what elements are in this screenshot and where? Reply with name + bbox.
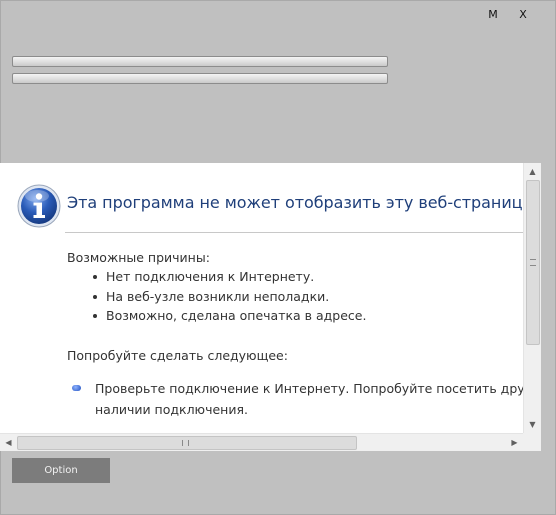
arrow-up-icon[interactable]: ▲ bbox=[524, 163, 541, 180]
bullet-icon bbox=[93, 294, 97, 299]
vertical-scrollbar[interactable]: ▲ ▼ bbox=[523, 163, 541, 433]
cause-item: Возможно, сделана опечатка в адресе. bbox=[93, 308, 366, 323]
cause-item: На веб-узле возникли неполадки. bbox=[93, 289, 329, 304]
info-icon bbox=[17, 184, 61, 228]
horizontal-scrollbar[interactable]: ◀ ▶ bbox=[0, 433, 523, 451]
try-item-line-1: Проверьте подключение к Интернету. Попро… bbox=[95, 381, 523, 396]
error-title: Эта программа не может отобразить эту ве… bbox=[67, 193, 523, 212]
bullet-icon bbox=[93, 274, 97, 279]
progress-bar-1 bbox=[12, 56, 388, 67]
arrow-down-icon[interactable]: ▼ bbox=[524, 416, 541, 433]
web-browser-control[interactable]: Эта программа не может отобразить эту ве… bbox=[0, 163, 541, 451]
bullet-icon bbox=[93, 313, 97, 318]
cause-text: Возможно, сделана опечатка в адресе. bbox=[106, 308, 367, 323]
causes-heading: Возможные причины: bbox=[67, 250, 210, 265]
grip-icon bbox=[530, 259, 536, 266]
try-heading: Попробуйте сделать следующее: bbox=[67, 348, 288, 363]
maximize-button[interactable]: M bbox=[486, 8, 500, 21]
cause-text: Нет подключения к Интернету. bbox=[106, 269, 315, 284]
scrollbar-corner bbox=[523, 433, 541, 451]
try-item-line-2: наличии подключения. bbox=[95, 402, 248, 417]
arrow-right-icon[interactable]: ▶ bbox=[506, 434, 523, 451]
title-divider bbox=[65, 232, 523, 233]
grip-icon bbox=[182, 440, 189, 446]
cause-item: Нет подключения к Интернету. bbox=[93, 269, 314, 284]
close-button[interactable]: X bbox=[516, 8, 530, 21]
arrow-left-icon[interactable]: ◀ bbox=[0, 434, 17, 451]
horizontal-scroll-thumb[interactable] bbox=[17, 436, 357, 450]
blue-bullet-icon bbox=[72, 385, 81, 391]
progress-bar-2 bbox=[12, 73, 388, 84]
cause-text: На веб-узле возникли неполадки. bbox=[106, 289, 330, 304]
vertical-scroll-thumb[interactable] bbox=[526, 180, 540, 345]
option-button[interactable]: Option bbox=[12, 458, 110, 483]
browser-content: Эта программа не может отобразить эту ве… bbox=[0, 163, 523, 433]
